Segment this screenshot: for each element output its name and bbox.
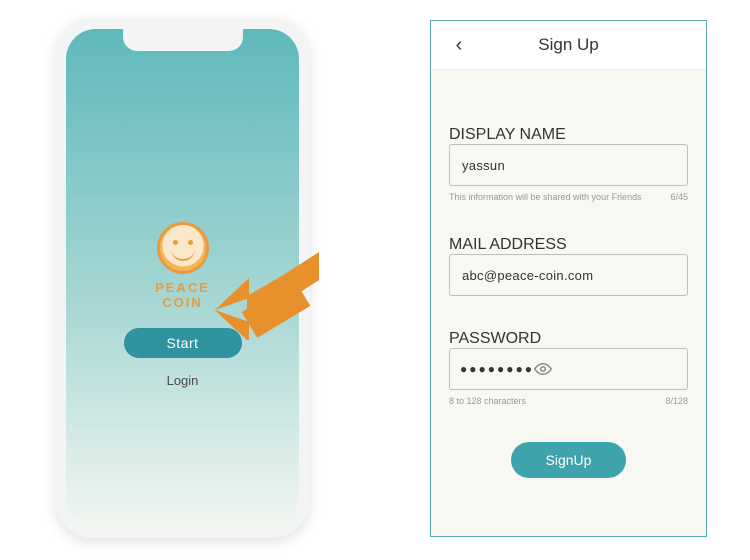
password-box[interactable]: ●●●●●●●● bbox=[449, 348, 688, 390]
logo-block: PEACE COIN Start Login bbox=[66, 222, 299, 389]
display-name-hint: This information will be shared with you… bbox=[449, 192, 642, 202]
mail-label: MAIL ADDRESS bbox=[449, 236, 567, 253]
chevron-left-icon: ‹ bbox=[456, 34, 463, 56]
signup-header: ‹ Sign Up bbox=[431, 21, 706, 70]
mail-input[interactable] bbox=[460, 267, 677, 284]
start-button[interactable]: Start bbox=[124, 328, 242, 358]
signup-panel: ‹ Sign Up DISPLAY NAME This information … bbox=[430, 20, 707, 537]
phone-notch bbox=[123, 29, 243, 51]
password-field: PASSWORD ●●●●●●●● 8 to 128 characters 8/… bbox=[449, 330, 688, 406]
mail-field: MAIL ADDRESS bbox=[449, 236, 688, 296]
brand-text: PEACE COIN bbox=[66, 280, 299, 310]
password-input[interactable]: ●●●●●●●● bbox=[460, 362, 534, 376]
password-counter: 8/128 bbox=[665, 396, 688, 406]
display-name-counter: 6/45 bbox=[670, 192, 688, 202]
toggle-password-visibility-button[interactable] bbox=[534, 360, 552, 378]
mail-box[interactable] bbox=[449, 254, 688, 296]
display-name-field: DISPLAY NAME This information will be sh… bbox=[449, 126, 688, 202]
display-name-label: DISPLAY NAME bbox=[449, 126, 566, 143]
brand-line2: COIN bbox=[162, 295, 203, 310]
brand-line1: PEACE bbox=[155, 280, 210, 295]
peacecoin-logo-icon bbox=[157, 222, 209, 274]
back-button[interactable]: ‹ bbox=[439, 21, 479, 69]
phone-screen: PEACE COIN Start Login bbox=[66, 29, 299, 527]
display-name-box[interactable] bbox=[449, 144, 688, 186]
eye-icon bbox=[534, 360, 552, 378]
phone-frame: PEACE COIN Start Login bbox=[55, 18, 310, 538]
login-link[interactable]: Login bbox=[161, 372, 205, 389]
signup-title: Sign Up bbox=[538, 35, 598, 54]
signup-button[interactable]: SignUp bbox=[511, 442, 626, 478]
password-label: PASSWORD bbox=[449, 330, 541, 347]
signup-form: DISPLAY NAME This information will be sh… bbox=[431, 70, 706, 478]
password-hint: 8 to 128 characters bbox=[449, 396, 526, 406]
display-name-input[interactable] bbox=[460, 157, 677, 174]
